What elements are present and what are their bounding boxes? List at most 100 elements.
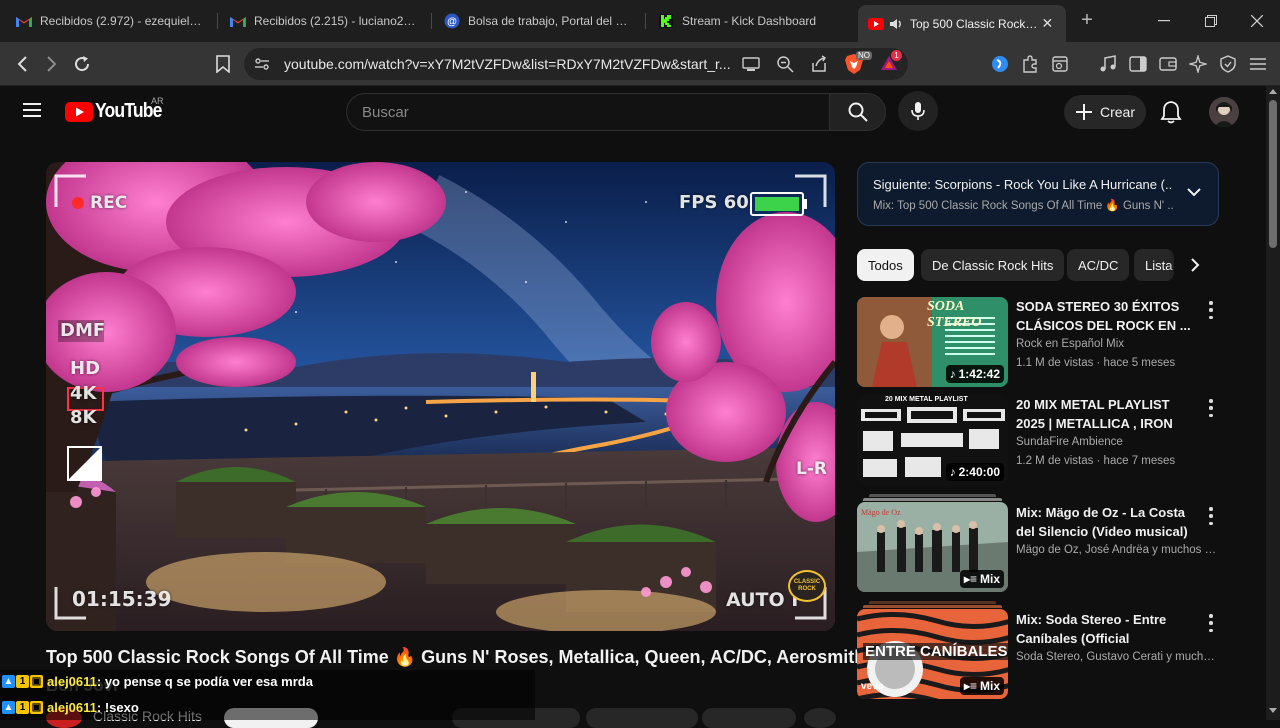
scroll-up-arrow-icon[interactable] (1269, 89, 1277, 94)
chat-username[interactable]: alej0611 (47, 700, 97, 715)
speaker-icon[interactable] (888, 16, 904, 32)
svg-text:@: @ (447, 17, 457, 28)
brave-rewards-icon[interactable]: 1 (879, 50, 902, 72)
video-thumbnail[interactable]: SODA STEREO ♪ 1:42:42 (857, 297, 1008, 387)
up-next-subtitle: Mix: Top 500 Classic Rock Songs Of All T… (873, 200, 1173, 212)
thumbnail-text: Mägo de Oz (861, 508, 901, 517)
chevron-right-icon[interactable] (1190, 257, 1200, 273)
recommended-mix[interactable]: Mägo de Oz ▸≡ Mix Mix: Mägo de Oz - La Co… (857, 494, 1219, 592)
tab-youtube-active[interactable]: Top 500 Classic Rock So ✕ (858, 5, 1066, 42)
notifications-bell-icon[interactable] (1160, 100, 1182, 124)
channel-name[interactable]: Soda Stereo, Gustavo Cerati y muchos ... (1016, 651, 1219, 663)
close-tab-icon[interactable]: ✕ (1039, 15, 1056, 33)
back-icon[interactable] (10, 52, 34, 76)
video-meta: 1.2 M de vistas · hace 7 meses (1016, 455, 1176, 467)
up-next-panel[interactable]: Siguiente: Scorpions - Rock You Like A H… (857, 162, 1219, 226)
reload-icon[interactable] (70, 52, 94, 76)
channel-name[interactable]: Rock en Español Mix (1016, 338, 1219, 350)
tab-gmail-2[interactable]: Recibidos (2.215) - luciano2002 (220, 5, 426, 37)
chip-classic-rock-hits[interactable]: De Classic Rock Hits (921, 249, 1065, 281)
osd-auto: AUTO I (726, 589, 799, 611)
tab-title: Stream - Kick Dashboard (682, 14, 817, 28)
more-actions-button[interactable] (804, 708, 836, 728)
zoom-icon[interactable] (776, 55, 794, 73)
duration-badge: ♪ 2:40:00 (945, 463, 1004, 481)
recommended-video[interactable]: SODA STEREO ♪ 1:42:42 SODA STEREO 30 ÉXIT… (857, 297, 1219, 389)
youtube-logo[interactable]: YouTube AR (65, 96, 171, 123)
osd-hd: HD (70, 358, 101, 379)
chat-username[interactable]: alej0611 (47, 674, 97, 689)
cast-icon[interactable] (742, 56, 760, 72)
bookmark-icon[interactable] (211, 52, 235, 76)
video-thumbnail[interactable]: 20 MIX METAL PLAYLIST ♪ 2:40:00 (857, 395, 1008, 485)
share-icon[interactable] (810, 55, 828, 73)
osd-lr: L-R (796, 459, 827, 479)
gmail-icon (16, 13, 32, 29)
leo-ai-icon[interactable] (1186, 52, 1210, 76)
video-thumbnail[interactable]: ENTRE CANÍBALES vevo ▸≡ Mix (857, 609, 1008, 699)
close-window-icon[interactable] (1243, 8, 1271, 34)
url-text[interactable]: youtube.com/watch?v=xY7M2tVZFDw&list=RDx… (284, 56, 734, 72)
scroll-down-arrow-icon[interactable] (1269, 708, 1277, 713)
sidebar-icon[interactable] (1126, 52, 1150, 76)
create-label: Crear (1100, 104, 1136, 120)
channel-name[interactable]: Mägo de Oz, José Andrëa y muchos más (1016, 544, 1219, 556)
video-title[interactable]: Mix: Mägo de Oz - La Costa del Silencio … (1016, 503, 1196, 541)
channel-name[interactable]: SundaFire Ambience (1016, 436, 1219, 448)
tab-search-icon[interactable] (1048, 52, 1072, 76)
vpn-icon[interactable] (988, 52, 1012, 76)
channel-watermark-logo: CLASSIC ROCK (788, 570, 826, 602)
video-title[interactable]: SODA STEREO 30 ÉXITOS CLÁSICOS DEL ROCK … (1016, 297, 1196, 335)
hamburger-menu-icon[interactable] (22, 102, 42, 118)
chevron-down-icon[interactable] (1187, 187, 1201, 197)
wallet-icon[interactable] (1156, 52, 1180, 76)
tab-gmail-1[interactable]: Recibidos (2.972) - ezequiellucı (6, 5, 212, 37)
chip-all[interactable]: Todos (857, 249, 914, 281)
video-thumbnail[interactable]: Mägo de Oz ▸≡ Mix (857, 502, 1008, 592)
more-options-icon[interactable] (1205, 614, 1217, 632)
menu-icon[interactable] (1246, 52, 1270, 76)
address-bar[interactable]: youtube.com/watch?v=xY7M2tVZFDw&list=RDx… (244, 48, 908, 80)
restore-icon[interactable] (1197, 8, 1225, 34)
save-button[interactable] (702, 708, 796, 728)
brave-shields-icon[interactable]: NO (844, 51, 872, 75)
site-settings-icon[interactable] (254, 56, 270, 72)
video-title[interactable]: Mix: Soda Stereo - Entre Caníbales (Offi… (1016, 610, 1196, 648)
youtube-play-icon (65, 101, 93, 122)
extensions-icon[interactable] (1018, 52, 1042, 76)
search-input[interactable]: Buscar (346, 93, 830, 131)
media-controls-icon[interactable] (1096, 52, 1120, 76)
search-icon (848, 102, 868, 122)
forward-icon[interactable] (40, 52, 64, 76)
search-button[interactable] (829, 93, 886, 131)
search-placeholder: Buscar (362, 104, 409, 121)
video-player[interactable]: REC FPS 60 DMF HD 4K 8K L-R 01:15:39 AUT… (46, 162, 835, 631)
more-options-icon[interactable] (1205, 399, 1217, 417)
music-note-icon: ♪ (949, 465, 956, 479)
avatar[interactable] (1209, 97, 1239, 127)
stream-chat-overlay: ▲ 1 ▣ alej0611 : yo pense q se podía ver… (0, 670, 535, 720)
create-button[interactable]: Crear (1064, 95, 1146, 129)
video-title[interactable]: 20 MIX METAL PLAYLIST 2025 | METALLICA ,… (1016, 395, 1196, 433)
mix-badge: ▸≡ Mix (959, 570, 1004, 588)
page-scrollbar[interactable] (1266, 86, 1280, 720)
chip-acdc[interactable]: AC/DC (1067, 249, 1130, 281)
voice-search-button[interactable] (898, 91, 938, 131)
tab-job-portal[interactable]: @ Bolsa de trabajo, Portal del emp (434, 5, 640, 37)
new-tab-button[interactable]: + (1076, 10, 1098, 32)
kick-icon (658, 13, 674, 29)
more-options-icon[interactable] (1205, 507, 1217, 525)
osd-time: 01:15:39 (72, 587, 172, 611)
shield-icon[interactable] (1216, 52, 1240, 76)
scrollbar-thumb[interactable] (1269, 100, 1277, 248)
more-options-icon[interactable] (1205, 301, 1217, 319)
recommended-mix[interactable]: ENTRE CANÍBALES vevo ▸≡ Mix Mix: Soda Ste… (857, 601, 1219, 699)
youtube-header: YouTube AR Buscar Crear (0, 86, 1264, 138)
tab-kick[interactable]: Stream - Kick Dashboard (648, 5, 854, 37)
mix-badge: ▸≡ Mix (959, 677, 1004, 695)
broadcaster-badge-icon: ▲ (2, 700, 15, 714)
share-button[interactable] (586, 708, 698, 728)
osd-rec: REC (90, 193, 128, 213)
recommended-video[interactable]: 20 MIX METAL PLAYLIST ♪ 2:40:00 20 MIX ME… (857, 395, 1219, 487)
minimize-icon[interactable] (1150, 8, 1178, 34)
